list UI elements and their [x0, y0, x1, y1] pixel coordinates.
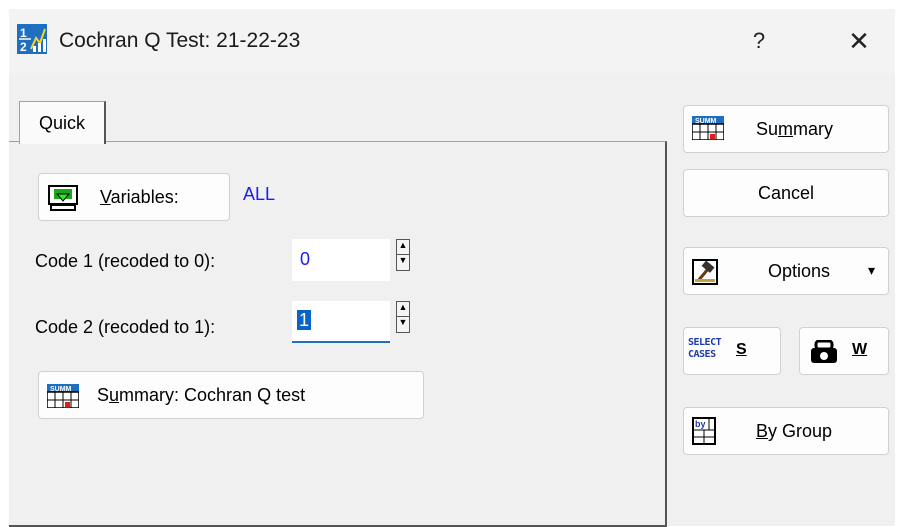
chevron-down-icon: ▾ — [868, 262, 876, 278]
statistics-app-icon: 1 2 — [17, 24, 47, 54]
weights-button[interactable]: W — [799, 327, 889, 375]
svg-text:1: 1 — [20, 26, 27, 40]
cancel-button-label: Cancel — [757, 183, 815, 203]
summary-button-label: Summary — [756, 119, 834, 139]
select-cases-icon-top: SELECT — [688, 337, 722, 348]
window-title: Cochran Q Test: 21-22-23 — [59, 29, 301, 52]
cochran-q-dialog: 1 2 Cochran Q Test: 21-22-23 ? ✕ Quick V… — [9, 9, 895, 527]
code1-input[interactable]: 0 — [292, 239, 390, 281]
options-button[interactable]: Options ▾ — [683, 247, 889, 295]
summary-cochran-button[interactable]: SUMM Summary: Cochran Q test — [38, 371, 424, 419]
code2-label: Code 2 (recoded to 1): — [35, 317, 216, 337]
svg-text:2: 2 — [20, 40, 27, 54]
variables-value: ALL — [243, 184, 276, 204]
options-button-label: Options — [768, 261, 831, 281]
weights-label: W — [852, 341, 868, 358]
cancel-button[interactable]: Cancel — [683, 169, 889, 217]
variables-icon — [48, 185, 78, 211]
weights-icon — [811, 340, 837, 363]
summary-cochran-label: Summary: Cochran Q test — [97, 385, 306, 405]
by-group-button[interactable]: by By Group — [683, 407, 889, 455]
code2-spinner[interactable]: ▲ ▼ — [396, 301, 410, 333]
code2-value[interactable]: 1 — [297, 310, 312, 330]
close-icon[interactable]: ✕ — [848, 26, 870, 56]
spin-up-icon[interactable]: ▲ — [397, 302, 409, 317]
code1-spinner[interactable]: ▲ ▼ — [396, 239, 410, 271]
by-group-label: By Group — [756, 421, 833, 441]
code1-value[interactable]: 0 — [300, 249, 310, 269]
options-hammer-icon — [692, 259, 718, 285]
help-button[interactable]: ? — [735, 21, 783, 61]
summary-table-icon: SUMM — [692, 116, 724, 140]
close-button[interactable]: ✕ — [835, 21, 883, 61]
code1-label: Code 1 (recoded to 0): — [35, 251, 216, 271]
select-cases-label: S — [736, 341, 747, 358]
title-bar: 1 2 Cochran Q Test: 21-22-23 ? ✕ — [9, 9, 895, 73]
select-cases-button[interactable]: SELECT CASES S — [683, 327, 781, 375]
spin-up-icon[interactable]: ▲ — [397, 240, 409, 255]
svg-text:by: by — [695, 419, 706, 429]
by-group-icon: by — [692, 417, 716, 445]
select-cases-icon: SELECT CASES — [688, 337, 722, 361]
tab-quick[interactable]: Quick — [19, 101, 106, 144]
spin-down-icon[interactable]: ▼ — [397, 317, 409, 332]
spin-down-icon[interactable]: ▼ — [397, 255, 409, 270]
summary-table-icon: SUMM — [47, 384, 79, 408]
code2-input[interactable]: 1 — [292, 301, 390, 343]
variables-button-label: Variables: — [100, 187, 179, 207]
variables-button[interactable]: Variables: — [38, 173, 230, 221]
select-cases-icon-bottom: CASES — [688, 349, 716, 360]
summary-button[interactable]: SUMM Summary — [683, 105, 889, 153]
